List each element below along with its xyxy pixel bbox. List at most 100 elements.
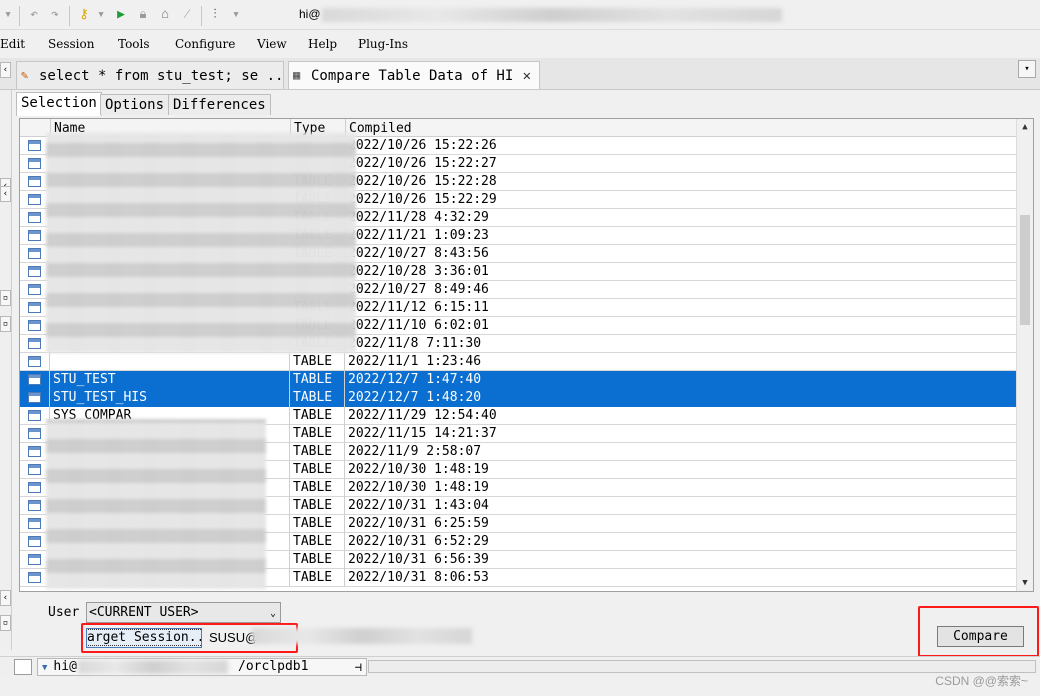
row-compiled: 2022/10/28 3:36:01: [348, 264, 489, 279]
row-compiled: 2022/10/26 15:22:27: [348, 156, 497, 171]
table-icon: [28, 230, 41, 241]
row-type: TABLE: [290, 533, 345, 551]
table-icon: [28, 176, 41, 187]
table-icon: [28, 536, 41, 547]
menu-view[interactable]: View: [257, 37, 287, 51]
row-type: TABLE: [290, 551, 345, 569]
status-toggle[interactable]: [14, 659, 32, 675]
vertical-scrollbar[interactable]: ▲ ▼: [1016, 119, 1033, 591]
compare-table-icon: ▦: [293, 68, 301, 82]
row-compiled: 2022/11/1 1:23:46: [348, 354, 482, 369]
tab-options[interactable]: Options: [100, 94, 170, 115]
row-name: [50, 353, 290, 371]
row-compiled: 2022/11/8 7:11:30: [348, 336, 482, 351]
chevron-down-icon[interactable]: ▾: [230, 7, 242, 25]
row-icon-cell: [20, 353, 50, 371]
row-compiled: 2022/10/31 8:06:53: [348, 570, 489, 585]
toolbar-separator: [69, 6, 70, 26]
undo-icon[interactable]: ↶: [25, 7, 43, 25]
dock-button-icon[interactable]: ‹: [0, 590, 11, 606]
menu-plug-ins[interactable]: Plug-Ins: [358, 37, 408, 51]
unlock-icon[interactable]: ⌂: [156, 7, 174, 25]
scroll-thumb[interactable]: [1020, 215, 1030, 325]
row-compiled: 2022/10/30 1:48:19: [348, 462, 489, 477]
table-icon: [28, 554, 41, 565]
table-icon: [28, 428, 41, 439]
table-row[interactable]: TABLE 2022/11/1 1:23:46: [20, 353, 1017, 371]
tab-differences[interactable]: Differences: [168, 94, 271, 115]
target-session-button[interactable]: arget Session..: [86, 628, 202, 648]
tab-selection[interactable]: Selection: [16, 92, 102, 116]
tab-scroll-left-icon[interactable]: ‹: [0, 62, 11, 78]
table-row[interactable]: STU_TEST TABLE 2022/12/7 1:47:40: [20, 371, 1017, 389]
dock-button-icon[interactable]: ‹: [0, 186, 11, 202]
table-icon: [28, 518, 41, 529]
table-icon: [28, 500, 41, 511]
document-tabs: ‹ ✎ select * from stu_test; se ... ▦ Com…: [0, 58, 1040, 90]
menu-session[interactable]: Session: [48, 37, 94, 51]
row-type: TABLE: [290, 389, 345, 407]
tab-label: select * from stu_test; se ...: [39, 68, 284, 84]
row-icon-cell: [20, 389, 50, 407]
sliders-icon[interactable]: ⫶: [206, 7, 224, 25]
row-compiled: 2022/10/31 6:52:29: [348, 534, 489, 549]
dropdown-icon[interactable]: ▾: [2, 7, 14, 25]
key-icon[interactable]: ⚷: [75, 7, 93, 25]
table-icon: [28, 572, 41, 583]
user-select-value: <CURRENT USER>: [89, 605, 199, 620]
menu-edit[interactable]: Edit: [0, 37, 25, 51]
row-compiled: 2022/11/21 1:09:23: [348, 228, 489, 243]
target-session-label: arget Session..: [87, 629, 201, 646]
table-icon: [28, 194, 41, 205]
menu-configure[interactable]: Configure: [175, 37, 235, 51]
row-compiled: 2022/11/12 6:15:11: [348, 300, 489, 315]
run-icon[interactable]: ▶: [112, 7, 130, 25]
user-label: User: [48, 605, 80, 620]
redo-icon[interactable]: ↷: [46, 7, 64, 25]
row-type: TABLE: [290, 443, 345, 461]
dock-button-icon[interactable]: ▫: [0, 615, 11, 631]
compare-button[interactable]: Compare: [937, 626, 1024, 647]
row-name: STU_TEST_HIS: [50, 389, 290, 407]
table-icon: [28, 482, 41, 493]
redacted-names: [46, 133, 356, 353]
sql-editor-icon: ✎: [21, 68, 29, 82]
tab-list-dropdown-icon[interactable]: ▾: [1018, 60, 1036, 78]
table-icon: [28, 356, 41, 367]
header-compiled[interactable]: Compiled: [345, 119, 1017, 137]
row-compiled: 2022/10/27 8:43:56: [348, 246, 489, 261]
chevron-down-icon[interactable]: ▾: [95, 7, 107, 25]
row-compiled: 2022/11/29 12:54:40: [348, 408, 497, 423]
dock-button-icon[interactable]: ▫: [0, 316, 11, 332]
pin-icon[interactable]: ⊣: [355, 659, 362, 675]
redacted-session: [252, 628, 472, 644]
row-compiled: 2022/10/27 8:49:46: [348, 282, 489, 297]
close-icon[interactable]: ✕: [523, 62, 531, 89]
menu-bar: Edit Session Tools Configure View Help P…: [0, 32, 1040, 56]
wand-icon[interactable]: ⁄: [178, 7, 196, 25]
table-icon: [28, 302, 41, 313]
table-icon: [28, 374, 41, 385]
row-type: TABLE: [290, 515, 345, 533]
chevron-down-icon: ⌄: [269, 608, 276, 619]
dock-button-icon[interactable]: ▫: [0, 290, 11, 306]
row-compiled: 2022/12/7 1:48:20: [348, 390, 482, 405]
redacted-connection: [78, 660, 228, 674]
toolbar-separator: [201, 6, 202, 26]
menu-help[interactable]: Help: [308, 37, 337, 51]
row-compiled: 2022/10/31 1:43:04: [348, 498, 489, 513]
scroll-down-icon[interactable]: ▼: [1017, 575, 1033, 591]
tab-label: Compare Table Data of HI: [311, 68, 514, 84]
tab-compare-table-data[interactable]: ▦ Compare Table Data of HI ✕: [288, 61, 540, 89]
menu-tools[interactable]: Tools: [118, 37, 150, 51]
row-compiled: 2022/11/10 6:02:01: [348, 318, 489, 333]
table-row[interactable]: STU_TEST_HIS TABLE 2022/12/7 1:48:20: [20, 389, 1017, 407]
table-icon: [28, 284, 41, 295]
tab-sql-editor[interactable]: ✎ select * from stu_test; se ...: [16, 61, 284, 89]
lock-icon[interactable]: 🔒︎: [134, 7, 152, 25]
object-grid[interactable]: Name Type Compiled 2022/10/26 15:22:26 20…: [19, 118, 1034, 592]
scroll-up-icon[interactable]: ▲: [1017, 119, 1033, 135]
user-select[interactable]: <CURRENT USER> ⌄: [86, 602, 281, 623]
redacted-names: [46, 419, 266, 589]
table-icon: [28, 464, 41, 475]
